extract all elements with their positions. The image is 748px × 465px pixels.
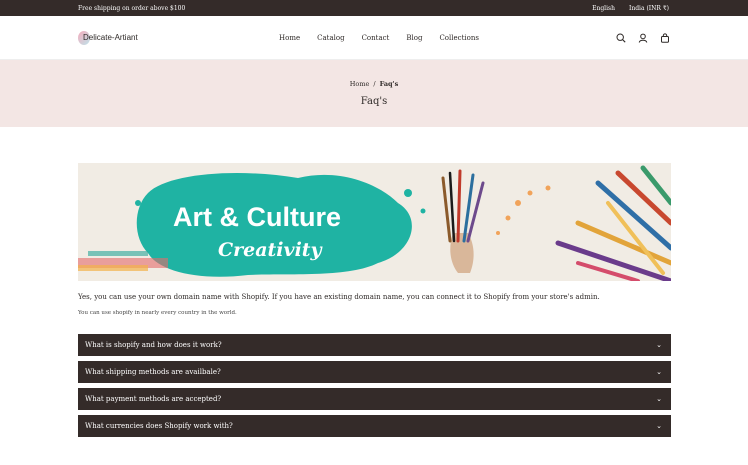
- main-nav: Home Catalog Contact Blog Collections: [279, 16, 479, 60]
- faq-question: What currencies does Shopify work with?: [85, 422, 233, 430]
- announcement-bar: Free shipping on order above $100 Englis…: [0, 0, 748, 16]
- cart-icon[interactable]: [660, 32, 670, 43]
- nav-catalog[interactable]: Catalog: [317, 34, 344, 42]
- breadcrumb-current: Faq's: [379, 80, 399, 88]
- faq-item[interactable]: What shipping methods are availbale? ⌄: [78, 361, 671, 383]
- breadcrumb: Home / Faq's: [350, 80, 398, 88]
- banner-subtitle: Creativity: [218, 239, 324, 261]
- chevron-down-icon: ⌄: [656, 395, 662, 403]
- language-selector[interactable]: English: [592, 5, 615, 12]
- chevron-down-icon: ⌄: [656, 368, 662, 376]
- account-icon[interactable]: [638, 33, 648, 43]
- nav-collections[interactable]: Collections: [439, 34, 478, 42]
- nav-contact[interactable]: Contact: [362, 34, 390, 42]
- breadcrumb-separator: /: [373, 80, 376, 88]
- logo-text: Delicate-Artiant: [83, 33, 138, 42]
- logo[interactable]: Delicate-Artiant: [78, 30, 138, 45]
- search-icon[interactable]: [616, 32, 626, 43]
- faq-question: What is shopify and how does it work?: [85, 341, 222, 349]
- nav-blog[interactable]: Blog: [406, 34, 422, 42]
- faq-intro-note: You can use shopify in nearly every coun…: [78, 310, 237, 316]
- page-hero: Home / Faq's Faq's: [0, 60, 748, 127]
- faq-item[interactable]: What currencies does Shopify work with? …: [78, 415, 671, 437]
- faq-intro-paragraph: Yes, you can use your own domain name wi…: [78, 293, 600, 301]
- nav-home[interactable]: Home: [279, 34, 300, 42]
- breadcrumb-home[interactable]: Home: [350, 80, 370, 88]
- announcement-text: Free shipping on order above $100: [78, 4, 186, 12]
- page-title: Faq's: [360, 96, 388, 107]
- banner-image: Art & Culture Creativity: [78, 163, 671, 281]
- chevron-down-icon: ⌄: [656, 422, 662, 430]
- currency-selector[interactable]: India (INR ₹): [629, 5, 669, 12]
- faq-question: What shipping methods are availbale?: [85, 368, 221, 376]
- banner-title: Art & Culture: [173, 202, 341, 232]
- chevron-down-icon: ⌄: [656, 341, 662, 349]
- faq-item[interactable]: What is shopify and how does it work? ⌄: [78, 334, 671, 356]
- faq-question: What payment methods are accepted?: [85, 395, 222, 403]
- site-header: Delicate-Artiant Home Catalog Contact Bl…: [0, 16, 748, 60]
- faq-item[interactable]: What payment methods are accepted? ⌄: [78, 388, 671, 410]
